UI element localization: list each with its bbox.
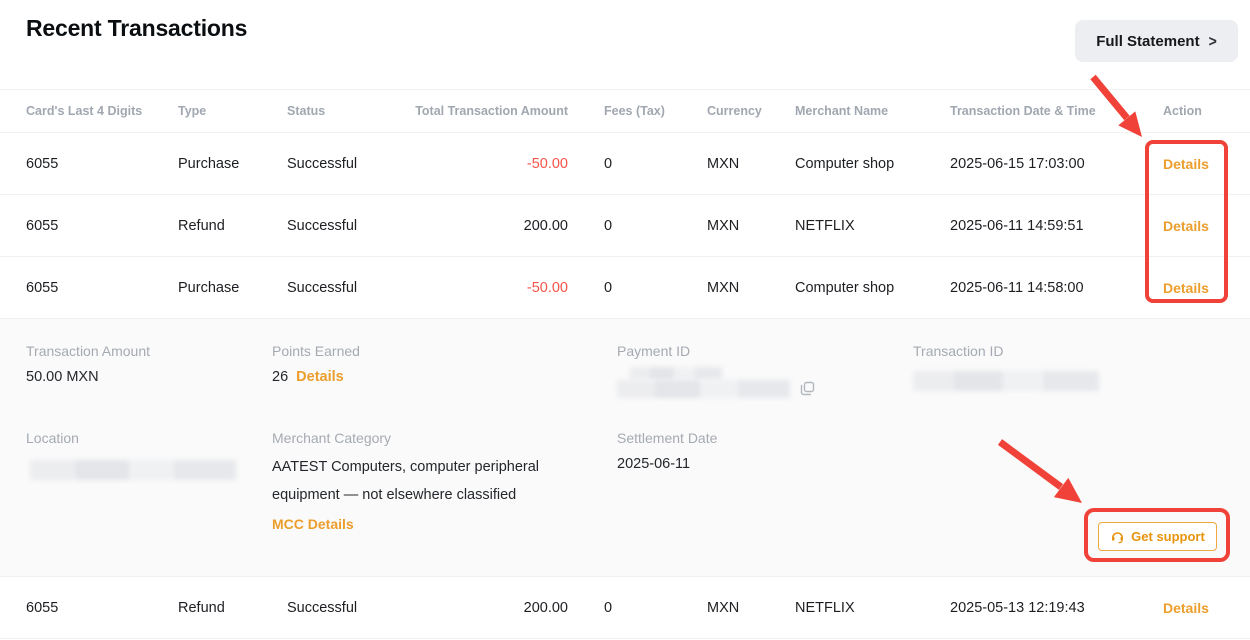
details-link[interactable]: Details <box>1163 600 1224 616</box>
cell-datetime: 2025-06-15 17:03:00 <box>950 156 1163 172</box>
payment-id-redacted-value <box>617 380 790 398</box>
cell-status: Successful <box>287 600 408 616</box>
full-statement-button[interactable]: Full Statement > <box>1075 20 1238 62</box>
headset-icon <box>1110 529 1125 544</box>
column-header-currency: Currency <box>707 104 795 118</box>
merchant-category-value: AATEST Computers, computer peripheral eq… <box>272 453 608 539</box>
cell-type: Purchase <box>178 280 287 296</box>
column-header-status: Status <box>287 104 408 118</box>
cell-merchant: NETFLIX <box>795 600 950 616</box>
mcc-details-link[interactable]: MCC Details <box>272 510 354 538</box>
column-header-datetime: Transaction Date & Time <box>950 104 1163 118</box>
cell-card-last4: 6055 <box>26 218 178 234</box>
points-details-link[interactable]: Details <box>296 369 344 385</box>
transaction-amount-value: 50.00 MXN <box>26 369 99 385</box>
column-header-action: Action <box>1163 104 1224 118</box>
column-header-type: Type <box>178 104 287 118</box>
cell-amount: 200.00 <box>408 218 568 234</box>
full-statement-label: Full Statement <box>1096 33 1199 50</box>
column-header-amount: Total Transaction Amount <box>408 104 568 118</box>
payment-id-label: Payment ID <box>617 343 690 359</box>
settlement-date-value: 2025-06-11 <box>617 456 690 472</box>
cell-datetime: 2025-06-11 14:58:00 <box>950 280 1163 296</box>
column-header-fees: Fees (Tax) <box>568 104 707 118</box>
cell-fees: 0 <box>568 600 707 616</box>
table-header-row: Card's Last 4 Digits Type Status Total T… <box>0 89 1250 133</box>
cell-merchant: Computer shop <box>795 280 950 296</box>
cell-card-last4: 6055 <box>26 280 178 296</box>
points-earned-label: Points Earned <box>272 343 360 359</box>
get-support-button[interactable]: Get support <box>1098 522 1217 551</box>
cell-type: Refund <box>178 600 287 616</box>
points-earned-number: 26 <box>272 369 288 385</box>
cell-card-last4: 6055 <box>26 600 178 616</box>
cell-status: Successful <box>287 156 408 172</box>
transaction-amount-label: Transaction Amount <box>26 343 150 359</box>
column-header-card-last4: Card's Last 4 Digits <box>26 104 178 118</box>
chevron-right-icon: > <box>1209 32 1217 50</box>
table-row: 6055 Refund Successful 200.00 0 MXN NETF… <box>0 577 1250 639</box>
transaction-detail-panel: Transaction Amount 50.00 MXN Points Earn… <box>0 319 1250 577</box>
cell-datetime: 2025-05-13 12:19:43 <box>950 600 1163 616</box>
cell-type: Purchase <box>178 156 287 172</box>
cell-type: Refund <box>178 218 287 234</box>
settlement-date-label: Settlement Date <box>617 430 717 446</box>
transaction-id-redacted-value <box>913 371 1099 391</box>
payment-id-redacted-value <box>630 367 722 380</box>
details-link[interactable]: Details <box>1163 156 1224 172</box>
cell-fees: 0 <box>568 156 707 172</box>
cell-status: Successful <box>287 218 408 234</box>
cell-amount: -50.00 <box>408 280 568 296</box>
table-row: 6055 Purchase Successful -50.00 0 MXN Co… <box>0 257 1250 319</box>
cell-amount: -50.00 <box>408 156 568 172</box>
cell-amount: 200.00 <box>408 600 568 616</box>
cell-fees: 0 <box>568 218 707 234</box>
merchant-category-label: Merchant Category <box>272 430 391 446</box>
cell-merchant: Computer shop <box>795 156 950 172</box>
transaction-id-label: Transaction ID <box>913 343 1004 359</box>
cell-currency: MXN <box>707 280 795 296</box>
header-bar: Recent Transactions Full Statement > <box>0 0 1250 89</box>
cell-merchant: NETFLIX <box>795 218 950 234</box>
cell-currency: MXN <box>707 218 795 234</box>
get-support-label: Get support <box>1131 529 1205 544</box>
points-earned-value: 26 Details <box>272 369 344 385</box>
merchant-category-text: AATEST Computers, computer peripheral eq… <box>272 459 539 503</box>
details-link[interactable]: Details <box>1163 218 1224 234</box>
cell-datetime: 2025-06-11 14:59:51 <box>950 218 1163 234</box>
cell-status: Successful <box>287 280 408 296</box>
location-redacted-value <box>30 460 236 480</box>
cell-fees: 0 <box>568 280 707 296</box>
table-row: 6055 Purchase Successful -50.00 0 MXN Co… <box>0 133 1250 195</box>
page-title: Recent Transactions <box>26 15 247 42</box>
column-header-merchant: Merchant Name <box>795 104 950 118</box>
location-label: Location <box>26 430 79 446</box>
table-row: 6055 Refund Successful 200.00 0 MXN NETF… <box>0 195 1250 257</box>
copy-icon[interactable] <box>800 381 815 396</box>
cell-currency: MXN <box>707 156 795 172</box>
cell-card-last4: 6055 <box>26 156 178 172</box>
cell-currency: MXN <box>707 600 795 616</box>
details-link[interactable]: Details <box>1163 280 1224 296</box>
